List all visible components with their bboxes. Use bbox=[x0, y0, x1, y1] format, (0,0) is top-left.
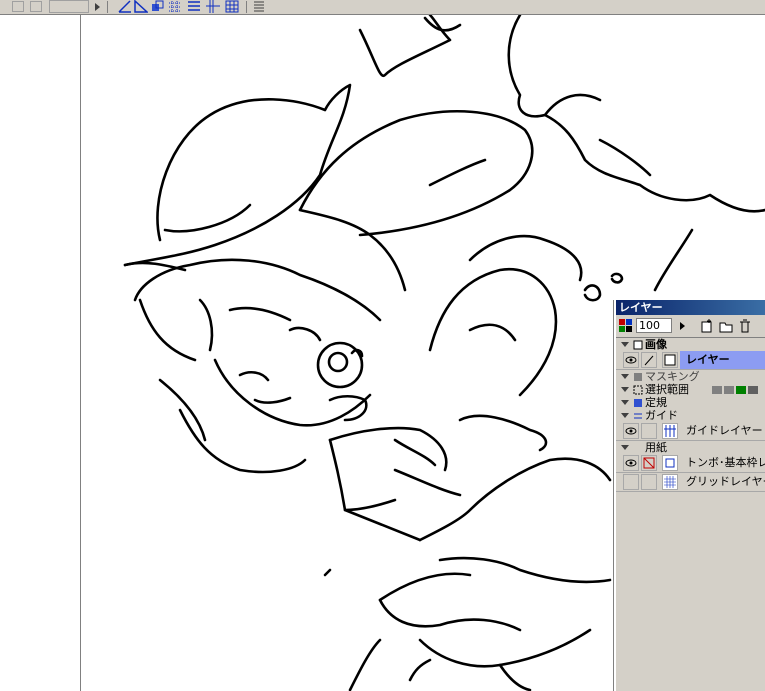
toolbar-separator-2 bbox=[246, 1, 247, 13]
trash-icon[interactable] bbox=[738, 319, 752, 333]
layer-panel: レイヤー 100 画像 レイヤー マスキング 選択範囲 定規 ガイド ガイドレイ… bbox=[614, 300, 765, 691]
masking-icon bbox=[634, 373, 642, 381]
group-label-ruler: 定規 bbox=[645, 396, 667, 409]
layer-panel-title[interactable]: レイヤー bbox=[616, 300, 765, 315]
collapse-triangle-icon[interactable] bbox=[621, 445, 629, 450]
layer-name: レイヤー bbox=[686, 353, 730, 366]
pen-edit-icon[interactable] bbox=[641, 352, 657, 368]
menu-icon[interactable] bbox=[252, 0, 266, 13]
selection-tool-icon-1[interactable] bbox=[712, 386, 722, 394]
triangle-ruler-icon[interactable] bbox=[134, 0, 148, 13]
selection-icon bbox=[633, 385, 643, 395]
layer-row-tombo[interactable]: トンボ･基本枠レ bbox=[616, 454, 765, 473]
pen-ruler-icon[interactable] bbox=[118, 0, 132, 13]
copy-layer-icon[interactable] bbox=[151, 0, 165, 13]
collapse-triangle-icon[interactable] bbox=[621, 413, 629, 418]
collapse-triangle-icon[interactable] bbox=[621, 374, 629, 379]
color-palette-icon[interactable] bbox=[619, 319, 633, 332]
new-folder-icon[interactable] bbox=[719, 319, 733, 333]
layer-name: グリッドレイヤー bbox=[686, 475, 765, 488]
visibility-eye-icon[interactable] bbox=[623, 423, 639, 439]
selection-tool-icon-4[interactable] bbox=[748, 386, 758, 394]
left-panel bbox=[0, 15, 81, 691]
opacity-arrow-icon[interactable] bbox=[680, 322, 685, 330]
group-label-paper: 用紙 bbox=[645, 441, 667, 454]
layer-row-guide[interactable]: ガイドレイヤー bbox=[616, 422, 765, 441]
group-label-image: 画像 bbox=[645, 338, 667, 351]
collapse-triangle-icon[interactable] bbox=[621, 387, 629, 392]
visibility-eye-icon[interactable] bbox=[623, 352, 639, 368]
new-layer-icon[interactable] bbox=[700, 319, 714, 333]
group-paper[interactable]: 用紙 bbox=[616, 441, 765, 454]
tombo-layer-icon bbox=[662, 455, 678, 471]
group-label-selection: 選択範囲 bbox=[645, 383, 689, 396]
collapse-triangle-icon[interactable] bbox=[621, 400, 629, 405]
group-masking[interactable]: マスキング bbox=[616, 370, 765, 383]
group-ruler[interactable]: 定規 bbox=[616, 396, 765, 409]
layer-name: トンボ･基本枠レ bbox=[686, 456, 765, 469]
layer-thumbnail-icon bbox=[662, 352, 678, 368]
toolbar-field[interactable] bbox=[49, 0, 89, 13]
group-selection[interactable]: 選択範囲 bbox=[616, 383, 765, 396]
edit-empty-cell[interactable] bbox=[641, 474, 657, 490]
toolbar-separator bbox=[107, 1, 108, 13]
group-guide[interactable]: ガイド bbox=[616, 409, 765, 422]
guide-icon[interactable] bbox=[187, 0, 201, 13]
layer-name: ガイドレイヤー bbox=[686, 424, 763, 437]
visibility-eye-icon[interactable] bbox=[623, 455, 639, 471]
visibility-empty-cell[interactable] bbox=[623, 474, 639, 490]
tool-button-1[interactable] bbox=[12, 1, 24, 12]
collapse-triangle-icon[interactable] bbox=[621, 342, 629, 347]
tool-button-2[interactable] bbox=[30, 1, 42, 12]
image-group-icon bbox=[633, 340, 643, 350]
grid-layer-icon bbox=[662, 474, 678, 490]
selection-tool-icon-2[interactable] bbox=[724, 386, 734, 394]
layer-row-selected[interactable]: レイヤー bbox=[616, 351, 765, 370]
opacity-input[interactable]: 100 bbox=[636, 318, 672, 333]
guide-layer-icon bbox=[662, 423, 678, 439]
layer-toolbar: 100 bbox=[616, 315, 765, 338]
group-label-guide: ガイド bbox=[645, 409, 678, 422]
ruler-icon bbox=[634, 399, 642, 407]
group-label-masking: マスキング bbox=[645, 370, 700, 383]
play-arrow-icon[interactable] bbox=[95, 3, 100, 11]
group-image[interactable]: 画像 bbox=[616, 338, 765, 351]
grid-settings-icon[interactable] bbox=[168, 0, 182, 13]
layer-row-grid[interactable]: グリッドレイヤー bbox=[616, 473, 765, 492]
edit-empty-cell[interactable] bbox=[641, 423, 657, 439]
crosshair-icon[interactable] bbox=[206, 0, 220, 13]
guide-group-icon bbox=[634, 413, 642, 419]
no-edit-icon[interactable] bbox=[641, 455, 657, 471]
grid-icon[interactable] bbox=[225, 0, 239, 13]
top-toolbar bbox=[0, 0, 765, 15]
selection-tool-icon-3[interactable] bbox=[736, 386, 746, 394]
